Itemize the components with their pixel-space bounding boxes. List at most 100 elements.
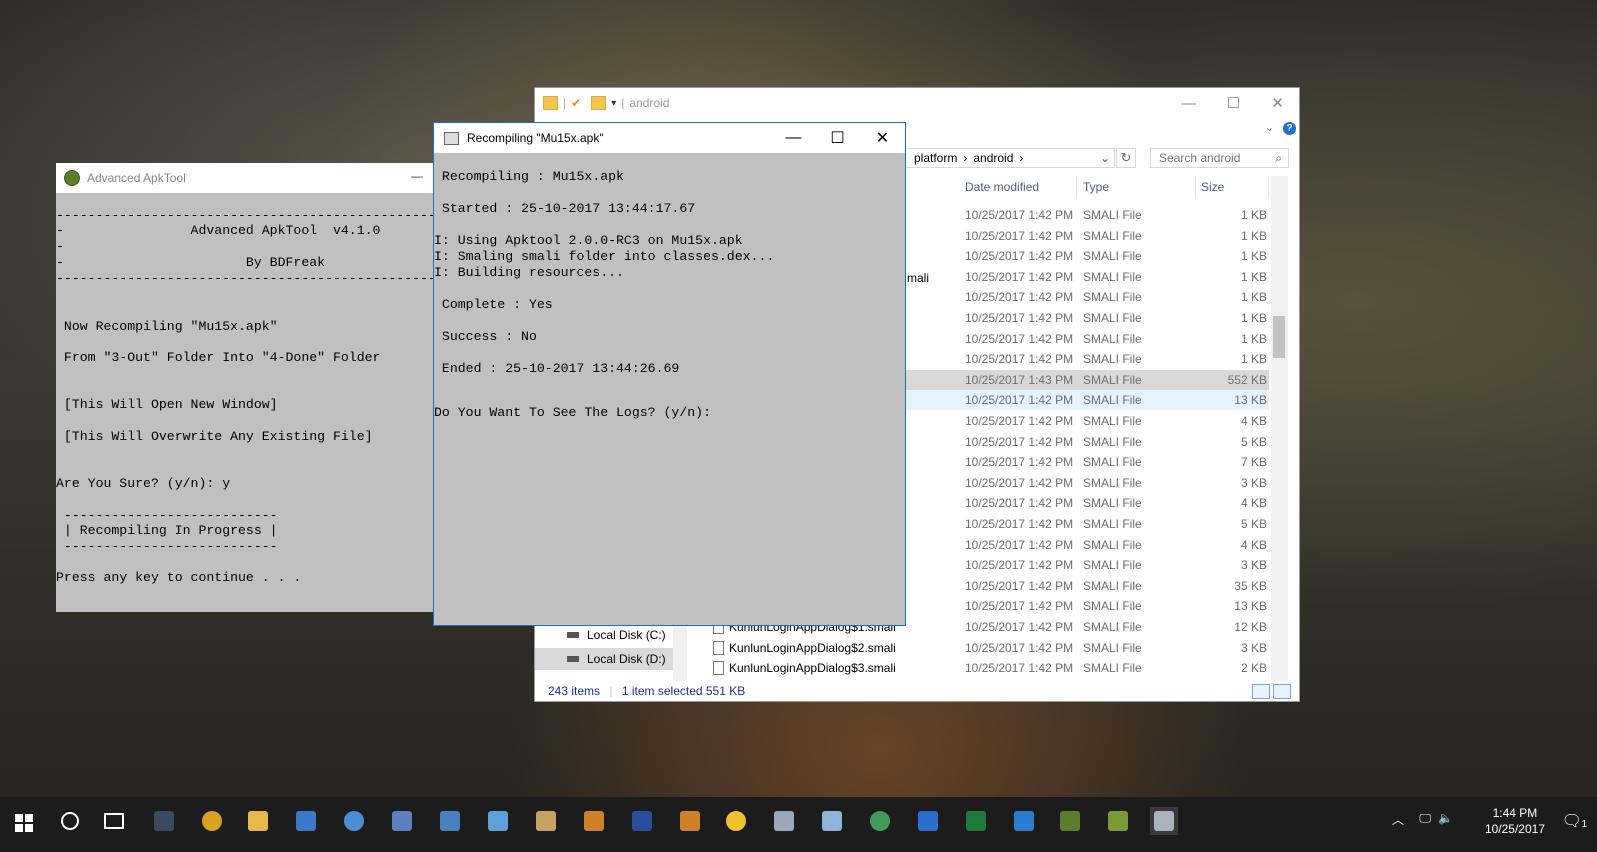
file-type: SMALI File	[1083, 578, 1142, 593]
file-type: SMALI File	[1083, 455, 1142, 470]
calculator-grid-icon[interactable]	[628, 807, 656, 835]
divider: |	[609, 684, 613, 698]
nav-local-disk-c[interactable]: Local Disk (C:)	[535, 624, 675, 646]
partial-file-name[interactable]: mali	[907, 271, 929, 285]
refresh-button[interactable]: ↻	[1116, 148, 1136, 168]
file-row[interactable]: KunlunLoginAppDialog$2.smali 10/25/2017 1…	[703, 638, 1269, 658]
column-type[interactable]: Type	[1083, 176, 1109, 198]
network-icon[interactable]	[436, 807, 464, 835]
windows-start-icon[interactable]	[10, 809, 38, 837]
cmd-icon[interactable]	[1150, 807, 1178, 835]
recompile-window[interactable]: Recompiling "Mu15x.apk" — ☐ ✕ Recompilin…	[433, 122, 906, 626]
notepad-icon[interactable]	[818, 807, 846, 835]
console-line: Press any key to continue . . .	[56, 570, 302, 585]
column-size[interactable]: Size	[1201, 176, 1224, 198]
breadcrumb-android[interactable]: android	[973, 151, 1013, 165]
address-dropdown-icon[interactable]: ⌄	[1100, 151, 1110, 165]
nav-local-disk-d[interactable]: Local Disk (D:)	[535, 648, 675, 670]
breadcrumb-platform[interactable]: platform	[914, 151, 957, 165]
maximize-button[interactable]: ☐	[1211, 88, 1256, 118]
file-size: 1 KB	[1240, 331, 1267, 346]
console-line: Complete : Yes	[434, 297, 553, 312]
gear-game-icon[interactable]	[580, 807, 608, 835]
excel-icon[interactable]	[962, 807, 990, 835]
minimize-button[interactable]: —	[1166, 88, 1211, 118]
minimize-button[interactable]: —	[771, 123, 816, 153]
remote-desktop-icon[interactable]	[292, 807, 320, 835]
nav-label: Local Disk (D:)	[587, 652, 666, 666]
taskbar: ︿ 🖵 🔈 1:44 PM 10/25/2017 🗨 1	[0, 797, 1597, 852]
apktool-window[interactable]: Advanced ApkTool — ---------------------…	[56, 163, 456, 612]
maximize-button[interactable]: ☐	[815, 123, 860, 153]
file-size: 4 KB	[1240, 537, 1267, 552]
gear-game-2-icon[interactable]	[676, 807, 704, 835]
network-share-icon[interactable]	[484, 807, 512, 835]
help-icon[interactable]: ?	[1283, 122, 1296, 135]
file-size: 2 KB	[1240, 661, 1267, 676]
show-hidden-icons-icon[interactable]: ︿	[1392, 811, 1404, 828]
earth-icon[interactable]	[866, 807, 894, 835]
cortana-icon[interactable]	[56, 807, 84, 835]
volume-icon[interactable]: 🔈	[1438, 811, 1453, 825]
apktool-icon[interactable]	[1056, 807, 1084, 835]
file-date: 10/25/2017 1:42 PM	[965, 269, 1074, 284]
item-count: 243 items	[548, 684, 601, 698]
file-type: SMALI File	[1083, 517, 1142, 531]
emoji-icon[interactable]	[722, 807, 750, 835]
file-type: SMALI File	[1083, 475, 1142, 490]
file-date: 10/25/2017 1:42 PM	[965, 208, 1074, 222]
view-buttons[interactable]	[1249, 684, 1291, 702]
apktool-console[interactable]: ----------------------------------------…	[56, 193, 456, 612]
status-bar: 243 items | 1 item selected 551 KB	[548, 684, 745, 698]
customize-toolbar-icon[interactable]: ▾	[611, 98, 616, 109]
file-size: 1 KB	[1240, 208, 1267, 222]
minimize-button[interactable]: —	[411, 169, 423, 183]
file-row[interactable]: KunlunLoginAppDialog$3.smali 10/25/2017 1…	[703, 658, 1269, 678]
apktool-titlebar[interactable]: Advanced ApkTool —	[56, 163, 456, 193]
properties-icon[interactable]: ✔	[571, 96, 581, 110]
details-view-icon[interactable]	[1252, 684, 1270, 699]
tools-icon[interactable]	[532, 807, 560, 835]
file-date: 10/25/2017 1:42 PM	[965, 414, 1074, 428]
nav-scrollbar[interactable]	[673, 623, 687, 681]
file-size: 5 KB	[1240, 434, 1267, 449]
recompile-console[interactable]: Recompiling : Mu15x.apk Started : 25-10-…	[434, 153, 905, 625]
pox-icon[interactable]	[150, 807, 178, 835]
file-size: 4 KB	[1240, 414, 1267, 428]
file-type: SMALI File	[1083, 640, 1142, 655]
address-bar[interactable]: platform › android › ⌄	[905, 148, 1115, 168]
console-line: ----------------------------------------…	[56, 271, 456, 286]
file-date: 10/25/2017 1:42 PM	[965, 228, 1074, 243]
file-type: SMALI File	[1083, 414, 1142, 428]
scrollbar-thumb[interactable]	[1273, 316, 1285, 358]
file-size: 12 KB	[1234, 620, 1267, 634]
console-line: - Advanced ApkTool v4.1.0 -	[56, 223, 456, 238]
console-icon[interactable]	[770, 807, 798, 835]
task-view-icon[interactable]	[100, 807, 128, 835]
file-size: 5 KB	[1240, 517, 1267, 531]
close-button[interactable]: ✕	[1255, 88, 1300, 118]
large-icons-view-icon[interactable]	[1273, 684, 1291, 699]
console-line: ---------------------------	[56, 508, 278, 523]
search-input[interactable]: Search android ⌕	[1150, 148, 1289, 168]
breadcrumb-separator[interactable]: ›	[963, 151, 967, 165]
new-folder-icon[interactable]	[591, 96, 607, 110]
clock[interactable]: 1:44 PM 10/25/2017	[1485, 805, 1545, 837]
console-line: - By BDFreak -	[56, 255, 456, 270]
breadcrumb-separator[interactable]: ›	[1019, 151, 1023, 165]
editor-icon[interactable]	[1104, 807, 1132, 835]
file-type: SMALI File	[1083, 496, 1142, 511]
vb-icon[interactable]	[388, 807, 416, 835]
column-date-modified[interactable]: Date modified	[965, 176, 1039, 198]
notification-center-icon[interactable]: 🗨	[1562, 811, 1582, 831]
network-icon[interactable]: 🖵	[1419, 811, 1431, 826]
file-explorer-icon[interactable]	[244, 807, 272, 835]
shield-icon[interactable]	[914, 807, 942, 835]
file-type: SMALI File	[1083, 537, 1142, 552]
chrome-icon[interactable]	[198, 807, 226, 835]
expand-ribbon-icon[interactable]: ⌄	[1265, 121, 1274, 134]
edge-icon[interactable]	[1010, 807, 1038, 835]
file-list-scrollbar[interactable]	[1271, 176, 1288, 681]
close-button[interactable]: ✕	[860, 123, 905, 153]
globe-icon[interactable]	[340, 807, 368, 835]
